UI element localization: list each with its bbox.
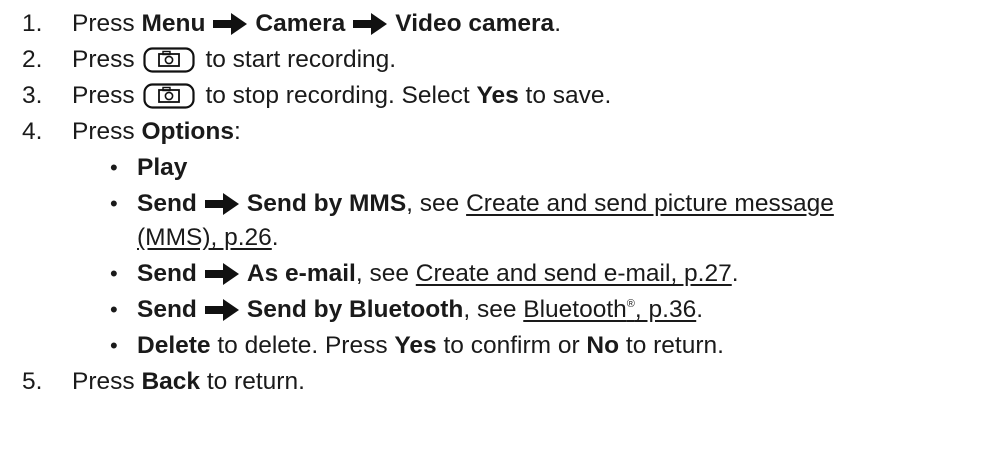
bullet: • — [110, 155, 118, 180]
send-keyword: Send — [137, 190, 197, 217]
step-text: Press — [72, 118, 142, 145]
bluetooth-link[interactable]: Bluetooth®, p.36 — [523, 296, 696, 324]
right-arrow-icon — [204, 263, 239, 285]
bluetooth-link-page: , p.36 — [634, 296, 697, 323]
step-text: . — [554, 10, 562, 37]
options-keyword: Options — [141, 118, 234, 145]
as-email-keyword: As e-mail — [246, 260, 356, 287]
camera-key-icon — [143, 83, 195, 109]
step-number: 3. — [22, 82, 43, 109]
yes-keyword: Yes — [476, 82, 519, 109]
step-text: to save. — [518, 82, 612, 109]
camera-key-icon — [143, 47, 195, 73]
step-text: Press — [72, 368, 142, 395]
step-number: 4. — [22, 118, 43, 145]
send-keyword: Send — [137, 296, 197, 323]
back-keyword: Back — [141, 368, 201, 395]
play-keyword: Play — [137, 154, 188, 181]
option-text: . — [731, 260, 739, 287]
option-text: , see — [463, 296, 524, 323]
step-number: 2. — [22, 46, 43, 73]
send-keyword: Send — [137, 260, 197, 287]
step-5: 5. Press Back to return. — [0, 364, 981, 400]
step-4: 4. Press Options : — [0, 114, 981, 150]
video-camera-keyword: Video camera — [395, 10, 555, 37]
option-text: . — [696, 296, 704, 323]
step-text: : — [233, 118, 241, 145]
option-send-mms: • Send Send by MMS , see Create and send… — [0, 186, 981, 222]
option-send-email: • Send As e-mail , see Create and send e… — [0, 256, 981, 292]
no-keyword: No — [586, 332, 620, 359]
bullet: • — [110, 297, 118, 322]
option-delete: • Delete to delete. Press Yes to confirm… — [0, 328, 981, 364]
send-by-bluetooth-keyword: Send by Bluetooth — [246, 296, 464, 323]
mms-link[interactable]: Create and send picture message — [466, 190, 834, 218]
step-text: Press — [72, 82, 135, 109]
right-arrow-icon — [213, 13, 248, 35]
option-text: . — [271, 224, 279, 251]
step-text: to stop recording. Select — [198, 82, 477, 109]
right-arrow-icon — [353, 13, 388, 35]
step-3: 3. Press to stop recording. Select Yes t… — [0, 78, 981, 114]
option-send-bluetooth: • Send Send by Bluetooth , see Bluetooth… — [0, 292, 981, 328]
step-text: Press — [72, 46, 135, 73]
bullet: • — [110, 333, 118, 358]
option-text: to delete. Press — [210, 332, 395, 359]
bullet: • — [110, 191, 118, 216]
right-arrow-icon — [204, 299, 239, 321]
step-2: 2. Press to start recording. — [0, 42, 981, 78]
step-1: 1. Press Menu Camera Video camera . — [0, 6, 981, 42]
option-text: to return. — [619, 332, 724, 359]
option-send-mms-cont: (MMS), p.26. — [0, 220, 981, 256]
yes-keyword: Yes — [394, 332, 437, 359]
step-number: 5. — [22, 368, 43, 395]
step-number: 1. — [22, 10, 43, 37]
bullet: • — [110, 261, 118, 286]
option-play: • Play — [0, 150, 981, 186]
send-by-mms-keyword: Send by MMS — [246, 190, 407, 217]
delete-keyword: Delete — [137, 332, 211, 359]
step-text: to start recording. — [198, 46, 397, 73]
registered-mark: ® — [626, 298, 635, 310]
bluetooth-link-text: Bluetooth — [523, 296, 627, 323]
step-text: Press — [72, 10, 142, 37]
option-text: , see — [406, 190, 467, 217]
camera-keyword: Camera — [255, 10, 346, 37]
step-text: to return. — [200, 368, 305, 395]
mms-link-cont[interactable]: (MMS), p.26 — [137, 224, 272, 252]
right-arrow-icon — [204, 193, 239, 215]
menu-keyword: Menu — [141, 10, 206, 37]
email-link[interactable]: Create and send e-mail, p.27 — [416, 260, 732, 288]
option-text: , see — [355, 260, 416, 287]
option-text: to confirm or — [436, 332, 587, 359]
